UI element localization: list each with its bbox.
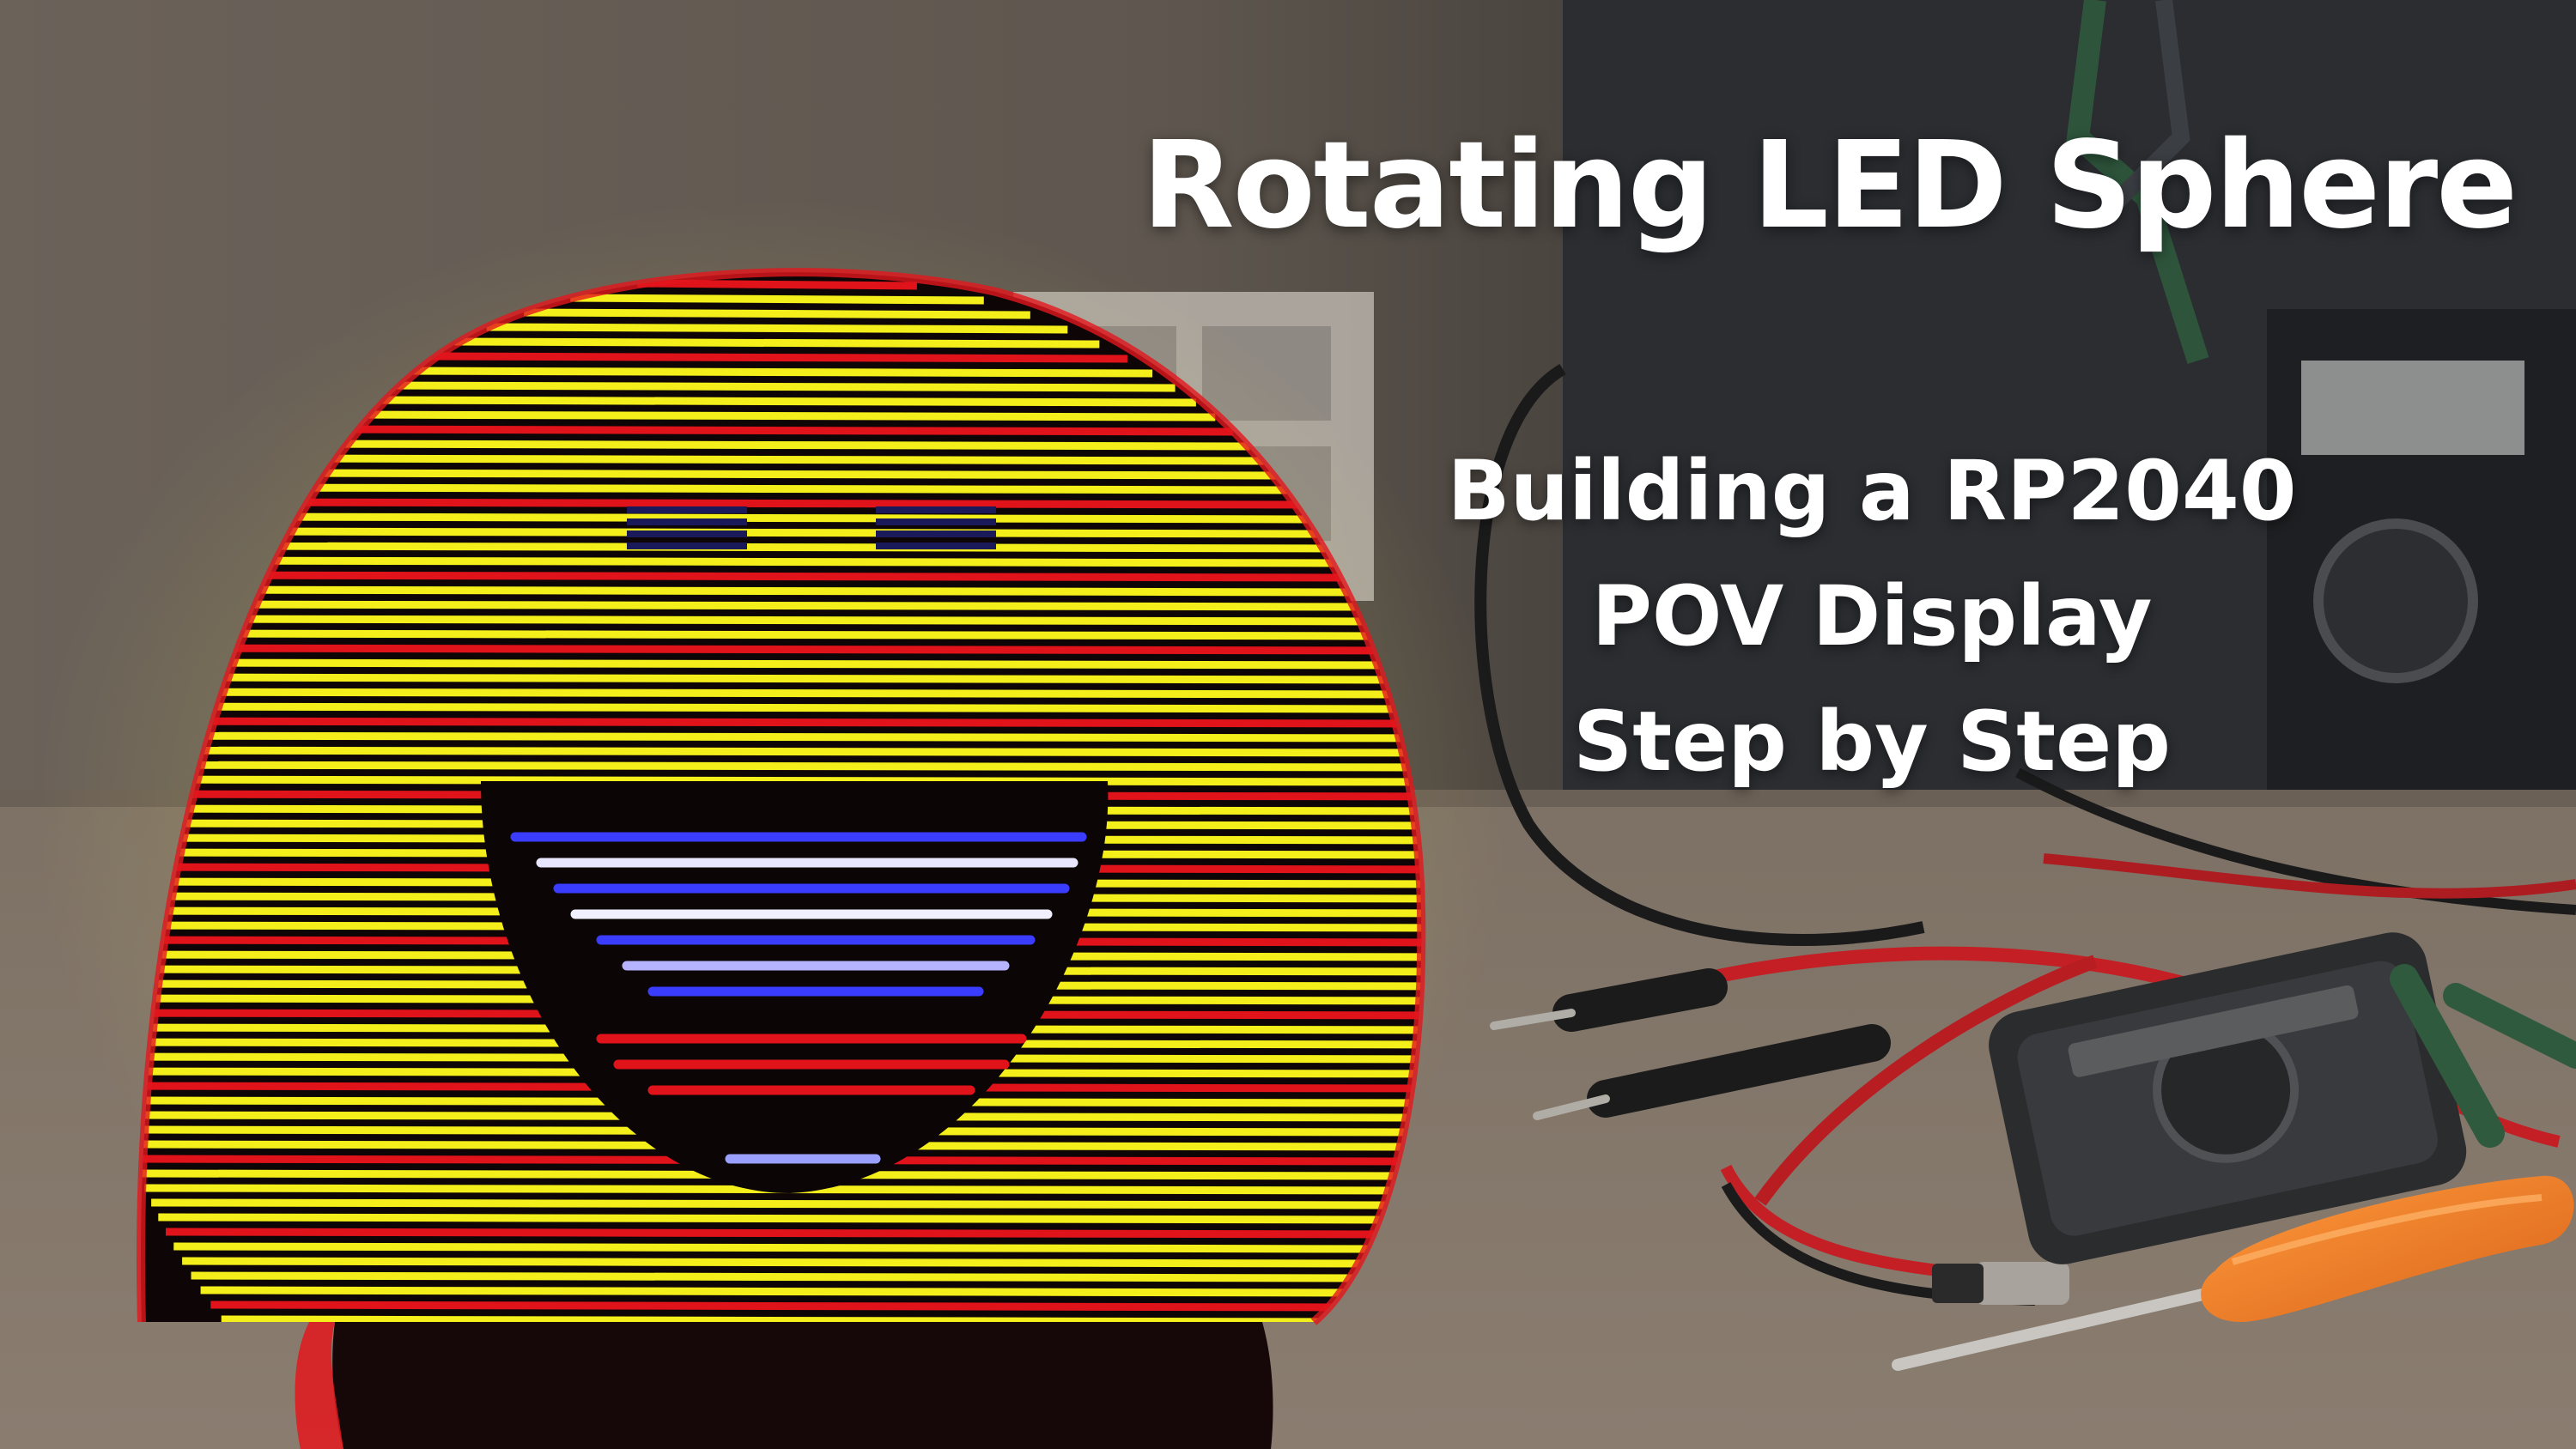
sphere-streak [260, 483, 1294, 494]
video-subtitle: Building a RP2040 POV Display Step by St… [1340, 429, 2404, 805]
sphere-streak [151, 1198, 1403, 1210]
eye-streak [627, 518, 747, 525]
sphere-streak [210, 1300, 1344, 1312]
sphere-streak [401, 367, 1153, 378]
sphere-streak [175, 600, 1379, 611]
sphere-streak [140, 702, 1422, 713]
sphere-streak [140, 688, 1420, 699]
sphere-streak [184, 585, 1370, 597]
sphere-streak [570, 294, 984, 305]
sphere-streak [379, 381, 1176, 392]
sphere-streak [274, 469, 1280, 480]
eye-streak [876, 506, 996, 513]
sphere-streak [203, 556, 1352, 567]
subtitle-line-3: Step by Step [1573, 693, 2171, 790]
sphere-streak [140, 673, 1415, 684]
sphere-streak [182, 1257, 1372, 1268]
sphere-streak [338, 410, 1216, 421]
sphere-streak [289, 454, 1266, 465]
subtitle-line-2: POV Display [1591, 567, 2153, 664]
sphere-streak [358, 396, 1196, 407]
sphere-streak [165, 1228, 1389, 1239]
sphere-streak [304, 440, 1250, 451]
sphere-streak [235, 512, 1319, 524]
sphere-streak [637, 279, 917, 290]
sphere-streak [140, 746, 1422, 757]
eye-streak [876, 518, 996, 525]
thumbnail: Rotating LED Sphere Building a RP2040 PO… [0, 0, 2576, 1449]
eye-streak [876, 530, 996, 537]
sphere-streak [140, 731, 1422, 743]
sphere-streak [223, 527, 1331, 538]
sphere-streak [140, 761, 1422, 772]
eye-streak [627, 543, 747, 549]
sphere-streak [427, 352, 1127, 363]
sphere-streak [191, 1271, 1364, 1282]
sphere-streak [524, 308, 1030, 319]
eye-streak [876, 543, 996, 549]
sphere-streak [146, 658, 1408, 670]
sphere-streak [213, 542, 1341, 553]
eye-streak [627, 530, 747, 537]
sphere-streak [152, 644, 1402, 655]
sphere-streak [193, 571, 1361, 582]
sphere-streak [221, 1315, 1334, 1322]
sphere-streak [140, 717, 1422, 728]
sphere-streak [247, 498, 1307, 509]
sphere-streak [486, 323, 1068, 334]
sphere-streak [160, 629, 1394, 640]
sphere-streak [200, 1286, 1354, 1297]
sphere-streak [320, 425, 1234, 436]
sphere-streak [454, 337, 1100, 349]
subtitle-line-1: Building a RP2040 [1447, 443, 2297, 539]
sphere-streak [158, 1213, 1396, 1224]
eye-streak [627, 506, 747, 513]
sphere-streak [173, 1242, 1381, 1253]
video-title: Rotating LED Sphere [1141, 116, 2518, 256]
sphere-streak [167, 615, 1387, 626]
